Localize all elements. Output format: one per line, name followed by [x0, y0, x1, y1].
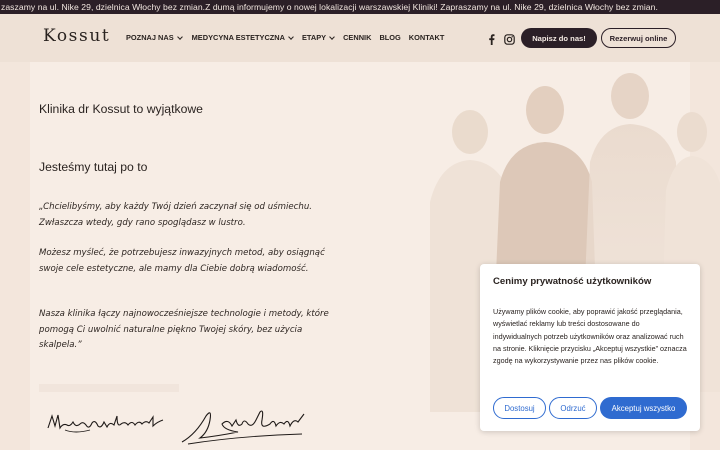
intro-heading-1: Klinika dr Kossut to wyjątkowe — [39, 102, 203, 116]
cookie-consent-dialog: Cenimy prywatność użytkowników Używamy p… — [480, 264, 700, 431]
menu-item-blog[interactable]: BLOG — [379, 33, 400, 42]
signature-malgorzata — [47, 414, 164, 433]
cookie-description: Używamy plików cookie, aby poprawić jako… — [493, 307, 687, 366]
menu-label: KONTAKT — [408, 33, 445, 42]
main-menu: POZNAJ NAS MEDYCYNA ESTETYCZNA ETAPY CEN… — [126, 33, 444, 42]
site-header: Kossut POZNAJ NAS MEDYCYNA ESTETYCZNA ET… — [0, 14, 720, 62]
menu-label: BLOG — [379, 33, 401, 42]
menu-item-poznaj-nas[interactable]: POZNAJ NAS — [126, 33, 183, 42]
accept-all-button[interactable]: Akceptuj wszystko — [600, 397, 687, 419]
facebook-icon[interactable] — [485, 33, 497, 45]
quote-paragraph-1: „Chcielibyśmy, aby każdy Twój dzień zacz… — [39, 202, 313, 228]
menu-label: POZNAJ NAS — [126, 33, 174, 42]
contact-button[interactable]: Napisz do nas! — [521, 28, 597, 48]
site-logo[interactable]: Kossut — [43, 26, 110, 46]
menu-item-medycyna-estetyczna[interactable]: MEDYCYNA ESTETYCZNA — [191, 33, 294, 42]
instagram-icon[interactable] — [503, 33, 515, 45]
chevron-down-icon — [176, 33, 183, 40]
chevron-down-icon — [288, 33, 294, 40]
intro-heading-2: Jesteśmy tutaj po to — [39, 160, 148, 174]
cookie-title: Cenimy prywatność użytkowników — [493, 276, 652, 287]
chevron-down-icon — [329, 33, 335, 40]
menu-item-cennik[interactable]: CENNIK — [343, 33, 371, 42]
menu-item-kontakt[interactable]: KONTAKT — [409, 33, 445, 42]
menu-label: CENNIK — [343, 33, 372, 42]
booking-button[interactable]: Rezerwuj online — [601, 28, 676, 48]
quote-paragraph-2: Możesz myśleć, że potrzebujesz inwazyjny… — [39, 248, 325, 274]
reject-button[interactable]: Odrzuć — [549, 397, 597, 419]
menu-label: MEDYCYNA ESTETYCZNA — [191, 33, 285, 42]
quote-paragraph-3: Nasza klinika łączy najnowocześniejsze t… — [39, 309, 329, 350]
menu-item-etapy[interactable]: ETAPY — [302, 33, 335, 42]
signature-adam — [181, 410, 305, 445]
announcement-bar: zaszamy na ul. Nike 29, dzielnica Włochy… — [0, 0, 720, 14]
menu-label: ETAPY — [302, 33, 327, 42]
faint-divider — [39, 384, 179, 392]
customize-button[interactable]: Dostosuj — [493, 397, 546, 419]
